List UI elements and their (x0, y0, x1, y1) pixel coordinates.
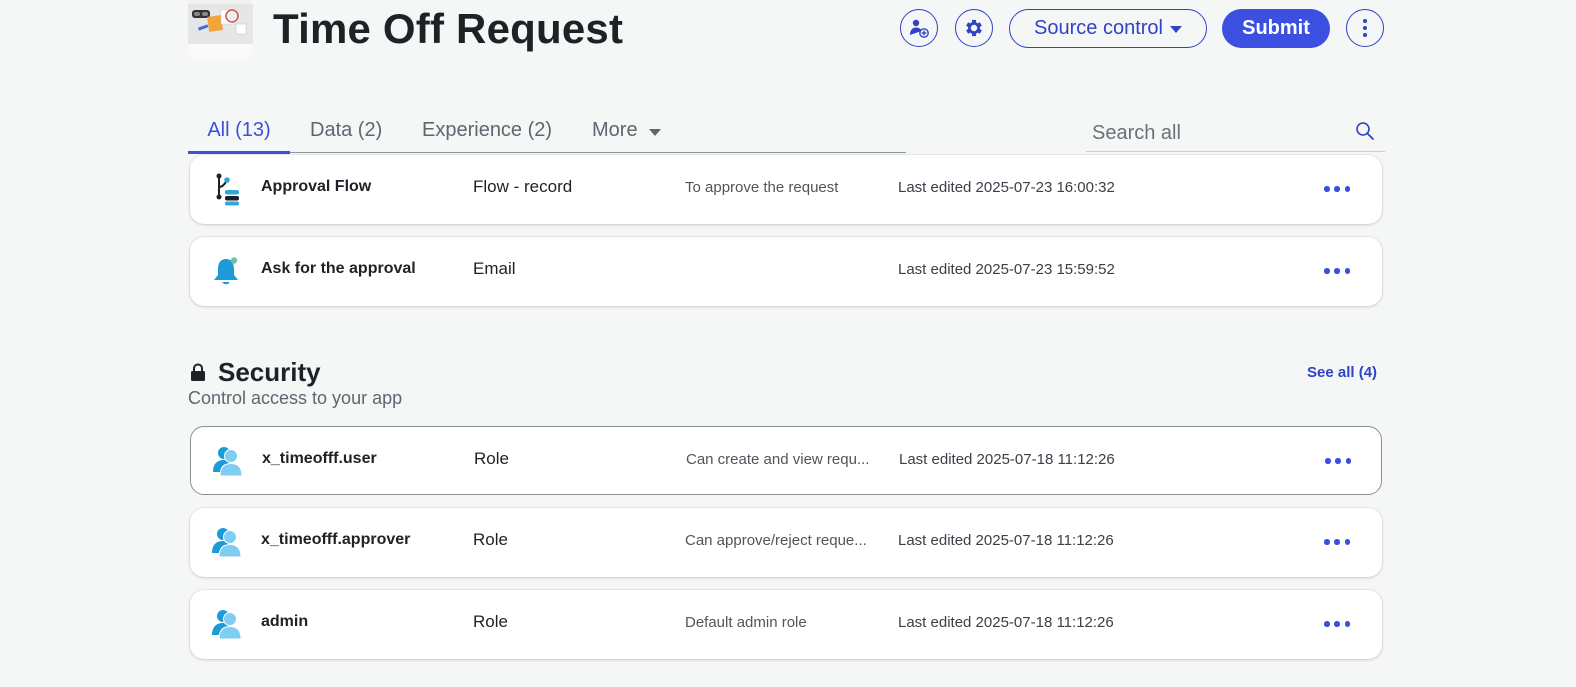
more-actions-button[interactable] (1346, 9, 1384, 47)
list-item[interactable]: admin Role Default admin role Last edite… (190, 590, 1382, 659)
submit-button[interactable]: Submit (1222, 9, 1330, 48)
chevron-down-icon (649, 129, 662, 136)
row-more-button[interactable] (1324, 178, 1350, 200)
role-icon (213, 447, 243, 477)
role-icon (212, 610, 242, 640)
item-last-edited: Last edited 2025-07-23 15:59:52 (898, 261, 1115, 278)
tab-data-label: Data (2) (310, 119, 383, 141)
page-title: Time Off Request (273, 5, 624, 52)
source-control-label: Source control (1034, 17, 1163, 39)
tab-more-label: More (592, 119, 638, 141)
item-type: Email (473, 259, 516, 278)
item-type: Flow - record (473, 177, 573, 196)
item-last-edited: Last edited 2025-07-18 11:12:26 (899, 451, 1115, 468)
chevron-down-icon (1169, 26, 1182, 33)
item-name: x_timeofff.user (262, 450, 377, 467)
add-collaborator-button[interactable] (900, 9, 938, 47)
tab-more[interactable]: More (592, 108, 662, 151)
tab-all[interactable]: All (13) (188, 108, 290, 154)
item-description: Can create and view requ... (686, 451, 870, 468)
more-vertical-icon (1363, 19, 1367, 37)
item-description: Can approve/reject reque... (685, 532, 867, 549)
item-name: admin (261, 613, 309, 630)
list-item[interactable]: x_timeofff.user Role Can create and view… (190, 426, 1382, 495)
tab-experience-label: Experience (2) (422, 119, 553, 141)
item-description: Default admin role (685, 614, 807, 631)
bell-icon (214, 257, 238, 285)
search-icon[interactable] (1355, 121, 1375, 141)
item-name: Ask for the approval (261, 260, 416, 277)
list-item[interactable]: Approval Flow Flow - record To approve t… (190, 155, 1382, 224)
item-name: x_timeofff.approver (261, 531, 411, 548)
source-control-dropdown[interactable]: Source control (1009, 9, 1207, 48)
list-item[interactable]: x_timeofff.approver Role Can approve/rej… (190, 508, 1382, 577)
row-more-button[interactable] (1324, 613, 1350, 635)
item-description: To approve the request (685, 179, 839, 196)
settings-button[interactable] (955, 9, 993, 47)
flow-icon (216, 173, 239, 206)
item-type: Role (474, 449, 509, 468)
tab-bar: All (13) Data (2) Experience (2) More (188, 108, 906, 154)
item-type: Role (473, 530, 508, 549)
item-last-edited: Last edited 2025-07-18 11:12:26 (898, 532, 1114, 549)
search-box (1086, 112, 1385, 152)
gear-icon (966, 19, 982, 37)
item-name: Approval Flow (261, 178, 372, 195)
app-thumbnail (188, 0, 253, 61)
search-input[interactable] (1090, 118, 1344, 148)
tab-experience[interactable]: Experience (2) (422, 108, 552, 151)
submit-label: Submit (1242, 17, 1310, 39)
tab-data[interactable]: Data (2) (310, 108, 382, 151)
tab-all-label: All (13) (207, 119, 271, 141)
item-type: Role (473, 612, 508, 631)
role-icon (212, 528, 242, 558)
item-last-edited: Last edited 2025-07-23 16:00:32 (898, 179, 1115, 196)
section-subtitle: Control access to your app (188, 388, 403, 408)
list-item[interactable]: Ask for the approval Email Last edited 2… (190, 237, 1382, 306)
lock-icon (191, 363, 205, 381)
row-more-button[interactable] (1324, 260, 1350, 282)
item-last-edited: Last edited 2025-07-18 11:12:26 (898, 614, 1114, 631)
section-title: Security (218, 357, 321, 387)
app-page: Time Off Request Source control Submit A… (0, 0, 1576, 687)
row-more-button[interactable] (1324, 531, 1350, 553)
row-more-button[interactable] (1325, 450, 1351, 472)
see-all-link[interactable]: See all (4) (1307, 364, 1377, 381)
add-user-icon (910, 19, 929, 38)
